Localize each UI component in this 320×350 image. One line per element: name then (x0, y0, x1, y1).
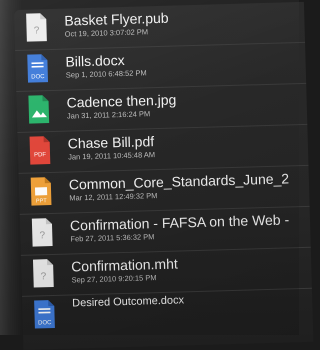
unknown-file-icon: ? (31, 258, 56, 289)
file-date: Jan 31, 2011 2:16:24 PM (66, 109, 151, 121)
pdf-file-icon: PDF (28, 135, 53, 166)
file-name: Cadence then.jpg (66, 91, 177, 111)
file-list: ? Basket Flyer.pub Oct 19, 2010 3:07:02 … (14, 1, 314, 350)
file-row-desired-outcome[interactable]: DOC Desired Outcome.docx (22, 289, 313, 337)
word-document-icon: DOC (25, 53, 50, 84)
svg-text:?: ? (34, 25, 40, 36)
svg-text:PPT: PPT (36, 198, 48, 204)
file-date: Feb 27, 2011 5:36:32 PM (70, 232, 155, 244)
image-file-icon (26, 94, 51, 125)
svg-text:DOC: DOC (31, 74, 45, 80)
file-date: Jan 19, 2011 10:45:48 AM (68, 150, 156, 162)
word-document-icon: DOC (32, 299, 57, 330)
file-name: Basket Flyer.pub (64, 9, 169, 29)
file-date: Sep 27, 2010 9:20:15 PM (71, 273, 157, 285)
file-date: Oct 19, 2010 3:07:02 PM (64, 27, 149, 39)
svg-text:?: ? (39, 230, 45, 241)
file-name: Confirmation - FAFSA on the Web - (69, 211, 290, 234)
file-name: Confirmation.mht (70, 255, 178, 275)
file-name: Bills.docx (65, 51, 125, 70)
file-date: Sep 1, 2010 6:48:52 PM (65, 68, 147, 80)
file-name: Desired Outcome.docx (72, 294, 185, 310)
presentation-file-icon: PPT (29, 176, 54, 207)
file-name: Common_Core_Standards_June_2 (68, 170, 290, 193)
unknown-file-icon: ? (24, 12, 49, 43)
file-date: Mar 12, 2011 12:49:32 PM (69, 191, 158, 203)
unknown-file-icon: ? (30, 217, 55, 248)
svg-text:DOC: DOC (38, 320, 52, 326)
svg-text:?: ? (41, 271, 47, 282)
svg-text:PDF: PDF (34, 152, 46, 158)
file-name: Chase Bill.pdf (67, 133, 155, 152)
